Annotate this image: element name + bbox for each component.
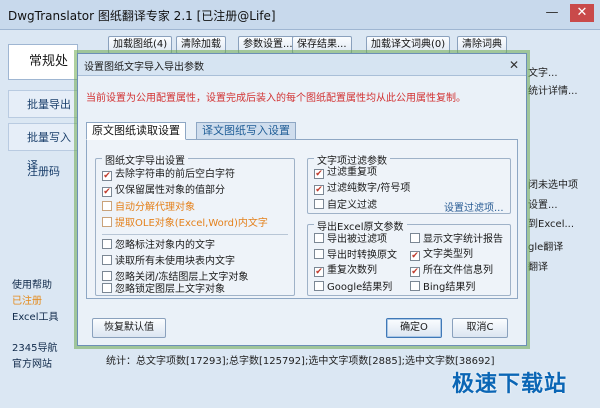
save-results-button[interactable]: 保存结果... xyxy=(292,36,352,54)
clear-loaded-button[interactable]: 清除加载 xyxy=(176,36,226,54)
excel-tools-link[interactable]: Excel工具 xyxy=(12,308,59,323)
option-export-filtered[interactable]: 导出被过滤项 xyxy=(314,233,387,246)
minimize-icon[interactable]: — xyxy=(540,4,564,22)
close-icon[interactable]: ✕ xyxy=(570,4,594,22)
checkbox-icon[interactable] xyxy=(102,271,112,281)
option-google-result-column[interactable]: Google结果列 xyxy=(314,281,392,294)
help-link[interactable]: 使用帮助 xyxy=(12,276,52,291)
checkbox-icon[interactable]: ✔ xyxy=(314,267,324,277)
checkbox-icon[interactable] xyxy=(314,281,324,291)
ok-button[interactable]: 确定O xyxy=(386,318,442,338)
sidebar-tab-registration[interactable]: 注册码 xyxy=(8,157,78,185)
sidebar-tab-general[interactable]: 常规处 xyxy=(8,44,78,80)
checkbox-icon[interactable] xyxy=(102,283,112,293)
load-dictionary-button[interactable]: 加载译文词典(0) xyxy=(366,36,451,54)
option-read-unused-blocks[interactable]: 读取所有未使用块表内文字 xyxy=(102,255,235,268)
restore-defaults-button[interactable]: 恢复默认值 xyxy=(92,318,166,338)
right-text-option[interactable]: 文字... xyxy=(528,64,558,79)
option-extract-ole-text[interactable]: 提取OLE对象(Excel,Word)内文字 xyxy=(102,217,268,230)
load-drawings-button[interactable]: 加载图纸(4) xyxy=(108,36,173,54)
right-to-excel[interactable]: 到Excel... xyxy=(528,215,574,230)
tab-panel: 图纸文字导出设置 ✔ 去除字符串的前后空白字符 ✔ 仅保留属性对象的值部分 自动分解… xyxy=(86,139,518,299)
settings-dialog: 设置图纸文字导入导出参数 ✕ 当前设置为公用配置属性，设置完成后装入的每个图纸配… xyxy=(77,53,527,346)
checkbox-icon[interactable]: ✔ xyxy=(410,267,420,277)
option-show-statistics-report[interactable]: 显示文字统计报告 xyxy=(410,233,503,246)
tab-translation-write-settings[interactable]: 译文图纸写入设置 xyxy=(196,122,296,140)
option-text-type-column[interactable]: ✔ 文字类型列 xyxy=(410,249,473,262)
checkbox-icon[interactable]: ✔ xyxy=(102,171,112,181)
option-custom-filter[interactable]: 自定义过滤 xyxy=(314,199,377,212)
dialog-note: 当前设置为公用配置属性，设置完成后装入的每个图纸配置属性均从此公用属性复制。 xyxy=(86,93,466,104)
option-convert-on-export[interactable]: 导出时转换原文 xyxy=(314,249,397,262)
cancel-button[interactable]: 取消C xyxy=(452,318,508,338)
checkbox-icon[interactable] xyxy=(102,217,112,227)
nav-2345-link[interactable]: 2345导航 xyxy=(12,339,57,354)
official-site-link[interactable]: 官方网站 xyxy=(12,355,52,370)
checkbox-icon[interactable] xyxy=(410,281,420,291)
parameter-settings-button[interactable]: 参数设置... xyxy=(238,36,298,54)
option-repeat-count-column[interactable]: ✔ 重复次数列 xyxy=(314,265,377,278)
excel-export-group: 导出Excel原文参数 导出被过滤项 显示文字统计报告 导出时转换原文 ✔ 文字类… xyxy=(307,218,511,296)
statistics-text: 统计：总文字项数[17293];总字数[125792];选中文字项数[2885]… xyxy=(106,356,495,367)
window-title: DwgTranslator 图纸翻译专家 2.1 [已注册@Life] xyxy=(8,9,276,23)
clear-dictionary-button[interactable]: 清除词典 xyxy=(457,36,507,54)
window-titlebar: DwgTranslator 图纸翻译专家 2.1 [已注册@Life] — ✕ xyxy=(0,0,600,30)
group-divider xyxy=(102,234,288,235)
option-explode-proxy[interactable]: 自动分解代理对象 xyxy=(102,201,195,214)
option-bing-result-column[interactable]: Bing结果列 xyxy=(410,281,475,294)
checkbox-icon[interactable]: ✔ xyxy=(314,185,324,195)
checkbox-icon[interactable]: ✔ xyxy=(314,169,324,179)
filter-group-title: 文字项过滤参数 xyxy=(314,152,390,167)
registered-status: 已注册 xyxy=(12,296,42,307)
option-attribute-value-only[interactable]: ✔ 仅保留属性对象的值部分 xyxy=(102,185,225,198)
checkbox-icon[interactable] xyxy=(410,233,420,243)
option-ignore-locked-layers[interactable]: 忽略锁定图层上文字对象 xyxy=(102,283,225,296)
right-settings[interactable]: 设置... xyxy=(528,196,558,211)
export-settings-group: 图纸文字导出设置 ✔ 去除字符串的前后空白字符 ✔ 仅保留属性对象的值部分 自动分解… xyxy=(95,152,295,296)
option-filter-numeric-symbols[interactable]: ✔ 过滤纯数字/符号项 xyxy=(314,183,410,196)
checkbox-icon[interactable] xyxy=(314,199,324,209)
right-google-translate[interactable]: gle翻译 xyxy=(528,238,563,253)
close-icon[interactable]: ✕ xyxy=(506,57,522,73)
checkbox-icon[interactable] xyxy=(314,233,324,243)
filter-params-group: 文字项过滤参数 ✔ 过滤重复项 ✔ 过滤纯数字/符号项 自定义过滤 设置过滤项... xyxy=(307,152,511,214)
export-group-title: 图纸文字导出设置 xyxy=(102,152,188,167)
option-file-info-column[interactable]: ✔ 所在文件信息列 xyxy=(410,265,493,278)
watermark-text: 极速下载站 xyxy=(452,372,568,397)
right-translate[interactable]: 翻译 xyxy=(528,258,548,273)
checkbox-icon[interactable] xyxy=(102,239,112,249)
tab-source-read-settings[interactable]: 原文图纸读取设置 xyxy=(86,122,186,140)
option-filter-duplicates[interactable]: ✔ 过滤重复项 xyxy=(314,167,377,180)
excel-group-title: 导出Excel原文参数 xyxy=(314,218,407,233)
dialog-title: 设置图纸文字导入导出参数 xyxy=(84,62,204,73)
sidebar-tab-batch-import[interactable]: 批量写入译 xyxy=(8,123,78,172)
right-close-unselected[interactable]: 闭未选中项 xyxy=(528,176,578,191)
option-trim-whitespace[interactable]: ✔ 去除字符串的前后空白字符 xyxy=(102,169,235,182)
checkbox-icon[interactable] xyxy=(314,249,324,259)
checkbox-icon[interactable] xyxy=(102,201,112,211)
checkbox-icon[interactable] xyxy=(102,255,112,265)
right-stats-details[interactable]: 统计详情... xyxy=(528,82,578,97)
option-ignore-dimension-text[interactable]: 忽略标注对象内的文字 xyxy=(102,239,215,252)
sidebar-tab-batch-export[interactable]: 批量导出原 xyxy=(8,90,78,139)
left-sidebar: 常规处 批量导出原 批量写入译 注册码 使用帮助 已注册 Excel工具 234… xyxy=(8,44,78,404)
checkbox-icon[interactable]: ✔ xyxy=(410,251,420,261)
dialog-titlebar: 设置图纸文字导入导出参数 ✕ xyxy=(78,54,526,76)
set-filter-items-link[interactable]: 设置过滤项... xyxy=(444,199,504,214)
checkbox-icon[interactable]: ✔ xyxy=(102,187,112,197)
